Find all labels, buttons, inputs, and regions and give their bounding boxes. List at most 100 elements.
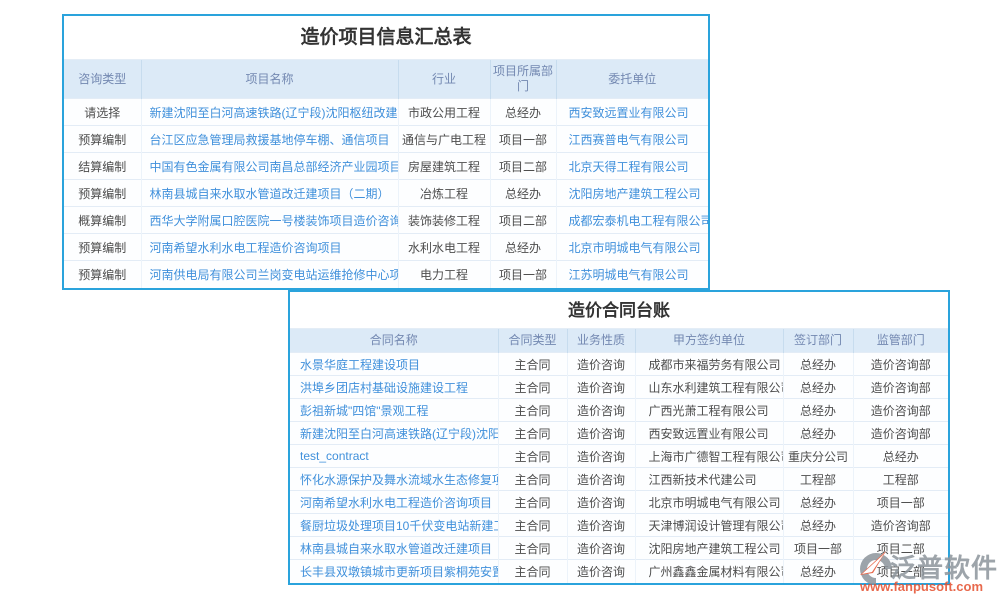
table-cell: 成都市来福劳务有限公司 — [635, 353, 783, 376]
table-cell: 主合同 — [498, 399, 567, 422]
cell-text: 造价咨询 — [577, 450, 625, 464]
table-cell: test_contract — [290, 445, 498, 468]
cell-text: 总经办 — [883, 450, 919, 464]
table-cell: 广西光萧工程有限公司 — [635, 399, 783, 422]
cell-text: 水利水电工程 — [408, 241, 480, 255]
table-cell: 请选择 — [64, 99, 141, 126]
ledger-table-title: 造价合同台账 — [290, 292, 948, 329]
cell-link[interactable]: 江苏明城电气有限公司 — [569, 268, 689, 282]
table-cell: 造价咨询 — [567, 468, 635, 491]
cell-link[interactable]: 洪埠乡团店村基础设施建设工程 — [300, 381, 468, 395]
table-cell: 河南希望水利水电工程造价咨询项目 — [290, 491, 498, 514]
cell-text: 项目一部 — [499, 133, 547, 147]
cell-link[interactable]: 水景华庭工程建设项目 — [300, 358, 420, 372]
table-row: 餐厨垃圾处理项目10千伏变电站新建工程主合同造价咨询天津博润设计管理有限公司总经… — [290, 514, 948, 537]
cell-text: 主合同 — [514, 450, 550, 464]
cell-link[interactable]: test_contract — [300, 449, 369, 463]
cell-text: 江西新技术代建公司 — [649, 473, 757, 487]
column-header: 项目所属部门 — [490, 60, 556, 99]
cell-link[interactable]: 新建沈阳至白河高速铁路(辽宁段)沈阳枢纽改建工程 — [300, 427, 498, 441]
cell-link[interactable]: 林南县城自来水取水管道改迁建项目（二期） — [300, 542, 498, 556]
column-header: 合同类型 — [498, 329, 567, 353]
table-cell: 项目一部 — [490, 126, 556, 153]
table-cell: 餐厨垃圾处理项目10千伏变电站新建工程 — [290, 514, 498, 537]
cell-link[interactable]: 台江区应急管理局救援基地停车棚、通信项目 — [150, 133, 390, 147]
column-header: 业务性质 — [567, 329, 635, 353]
cell-link[interactable]: 河南希望水利水电工程造价咨询项目 — [300, 496, 492, 510]
ledger-table: 合同名称合同类型业务性质甲方签约单位签订部门监管部门 水景华庭工程建设项目主合同… — [290, 329, 948, 583]
table-cell: 总经办 — [490, 234, 556, 261]
table-cell: 台江区应急管理局救援基地停车棚、通信项目 — [141, 126, 398, 153]
table-cell: 总经办 — [783, 399, 853, 422]
table-cell: 沈阳房地产建筑工程公司 — [556, 180, 708, 207]
table-cell: 广州鑫鑫金属材料有限公司 — [635, 560, 783, 583]
ledger-table-panel: 造价合同台账 合同名称合同类型业务性质甲方签约单位签订部门监管部门 水景华庭工程… — [288, 290, 950, 585]
table-cell: 主合同 — [498, 560, 567, 583]
table-row: 预算编制 河南希望水利水电工程造价咨询项目 水利水电工程 总经办 北京市明城电气有限公司 — [64, 234, 708, 261]
cell-text: 通信与广电工程 — [402, 133, 486, 147]
cell-link[interactable]: 成都宏泰机电工程有限公司 — [569, 214, 709, 228]
table-cell: 造价咨询部 — [853, 422, 948, 445]
table-cell: 河南供电局有限公司兰岗变电站运维抢修中心项目 — [141, 261, 398, 288]
cell-link[interactable]: 河南希望水利水电工程造价咨询项目 — [150, 241, 342, 255]
cell-text: 天津博润设计管理有限公司 — [649, 519, 784, 533]
cell-link[interactable]: 中国有色金属有限公司南昌总部经济产业园项目二期 — [150, 160, 399, 174]
column-header: 行业 — [398, 60, 490, 99]
table-cell: 结算编制 — [64, 153, 141, 180]
table-row: 河南希望水利水电工程造价咨询项目主合同造价咨询北京市明城电气有限公司总经办项目一… — [290, 491, 948, 514]
table-cell: 主合同 — [498, 537, 567, 560]
table-cell: 造价咨询 — [567, 560, 635, 583]
table-cell: 北京市明城电气有限公司 — [635, 491, 783, 514]
cell-text: 总经办 — [800, 358, 836, 372]
cell-link[interactable]: 新建沈阳至白河高速铁路(辽宁段)沈阳枢纽改建工程 — [150, 106, 399, 120]
cell-link[interactable]: 北京市明城电气有限公司 — [569, 241, 701, 255]
cell-link[interactable]: 怀化水源保护及舞水流域水生态修复项目合同 — [300, 473, 498, 487]
cell-link[interactable]: 江西赛普电气有限公司 — [569, 133, 689, 147]
table-cell: 电力工程 — [398, 261, 490, 288]
table-cell: 市政公用工程 — [398, 99, 490, 126]
table-cell: 项目一部 — [783, 537, 853, 560]
column-header: 签订部门 — [783, 329, 853, 353]
cell-text: 造价咨询 — [577, 542, 625, 556]
cell-text: 北京市明城电气有限公司 — [649, 496, 781, 510]
cell-text: 造价咨询 — [577, 404, 625, 418]
cell-text: 总经办 — [505, 241, 541, 255]
table-cell: 总经办 — [490, 99, 556, 126]
cell-link[interactable]: 河南供电局有限公司兰岗变电站运维抢修中心项目 — [150, 268, 399, 282]
cell-link[interactable]: 林南县城自来水取水管道改迁建项目（二期） — [150, 187, 390, 201]
table-cell: 长丰县双墩镇城市更新项目紫桐苑安置点 — [290, 560, 498, 583]
cell-text: 总经办 — [505, 106, 541, 120]
cell-link[interactable]: 北京天得工程有限公司 — [569, 160, 689, 174]
cell-text: 造价咨询 — [577, 381, 625, 395]
cell-text: 总经办 — [800, 381, 836, 395]
cell-text: 项目二部 — [499, 214, 547, 228]
table-cell: 造价咨询部 — [853, 376, 948, 399]
table-cell: 造价咨询 — [567, 353, 635, 376]
cell-text: 主合同 — [514, 358, 550, 372]
column-header: 咨询类型 — [64, 60, 141, 99]
table-cell: 水利水电工程 — [398, 234, 490, 261]
cell-text: 主合同 — [514, 496, 550, 510]
cell-text: 造价咨询 — [577, 496, 625, 510]
cell-link[interactable]: 西安致远置业有限公司 — [569, 106, 689, 120]
cell-link[interactable]: 彭祖新城"四馆"景观工程 — [300, 404, 429, 418]
cell-link[interactable]: 西华大学附属口腔医院一号楼装饰项目造价咨询 — [150, 214, 399, 228]
cell-text: 预算编制 — [78, 241, 126, 255]
column-header: 项目名称 — [141, 60, 398, 99]
table-cell: 项目一部 — [853, 560, 948, 583]
cell-text: 主合同 — [514, 565, 550, 579]
summary-table-title: 造价项目信息汇总表 — [64, 16, 708, 60]
cell-text: 沈阳房地产建筑工程公司 — [649, 542, 781, 556]
table-cell: 预算编制 — [64, 180, 141, 207]
table-row: 结算编制中国有色金属有限公司南昌总部经济产业园项目二期房屋建筑工程项目二部北京天… — [64, 153, 708, 180]
cell-link[interactable]: 餐厨垃圾处理项目10千伏变电站新建工程 — [300, 519, 498, 533]
table-cell: 造价咨询 — [567, 422, 635, 445]
table-cell: 河南希望水利水电工程造价咨询项目 — [141, 234, 398, 261]
cell-link[interactable]: 沈阳房地产建筑工程公司 — [569, 187, 701, 201]
cell-text: 市政公用工程 — [408, 106, 480, 120]
column-header: 合同名称 — [290, 329, 498, 353]
table-row: 预算编制台江区应急管理局救援基地停车棚、通信项目通信与广电工程项目一部江西赛普电… — [64, 126, 708, 153]
cell-link[interactable]: 长丰县双墩镇城市更新项目紫桐苑安置点 — [300, 565, 498, 579]
table-cell: 总经办 — [783, 353, 853, 376]
table-row: 长丰县双墩镇城市更新项目紫桐苑安置点主合同造价咨询广州鑫鑫金属材料有限公司总经办… — [290, 560, 948, 583]
